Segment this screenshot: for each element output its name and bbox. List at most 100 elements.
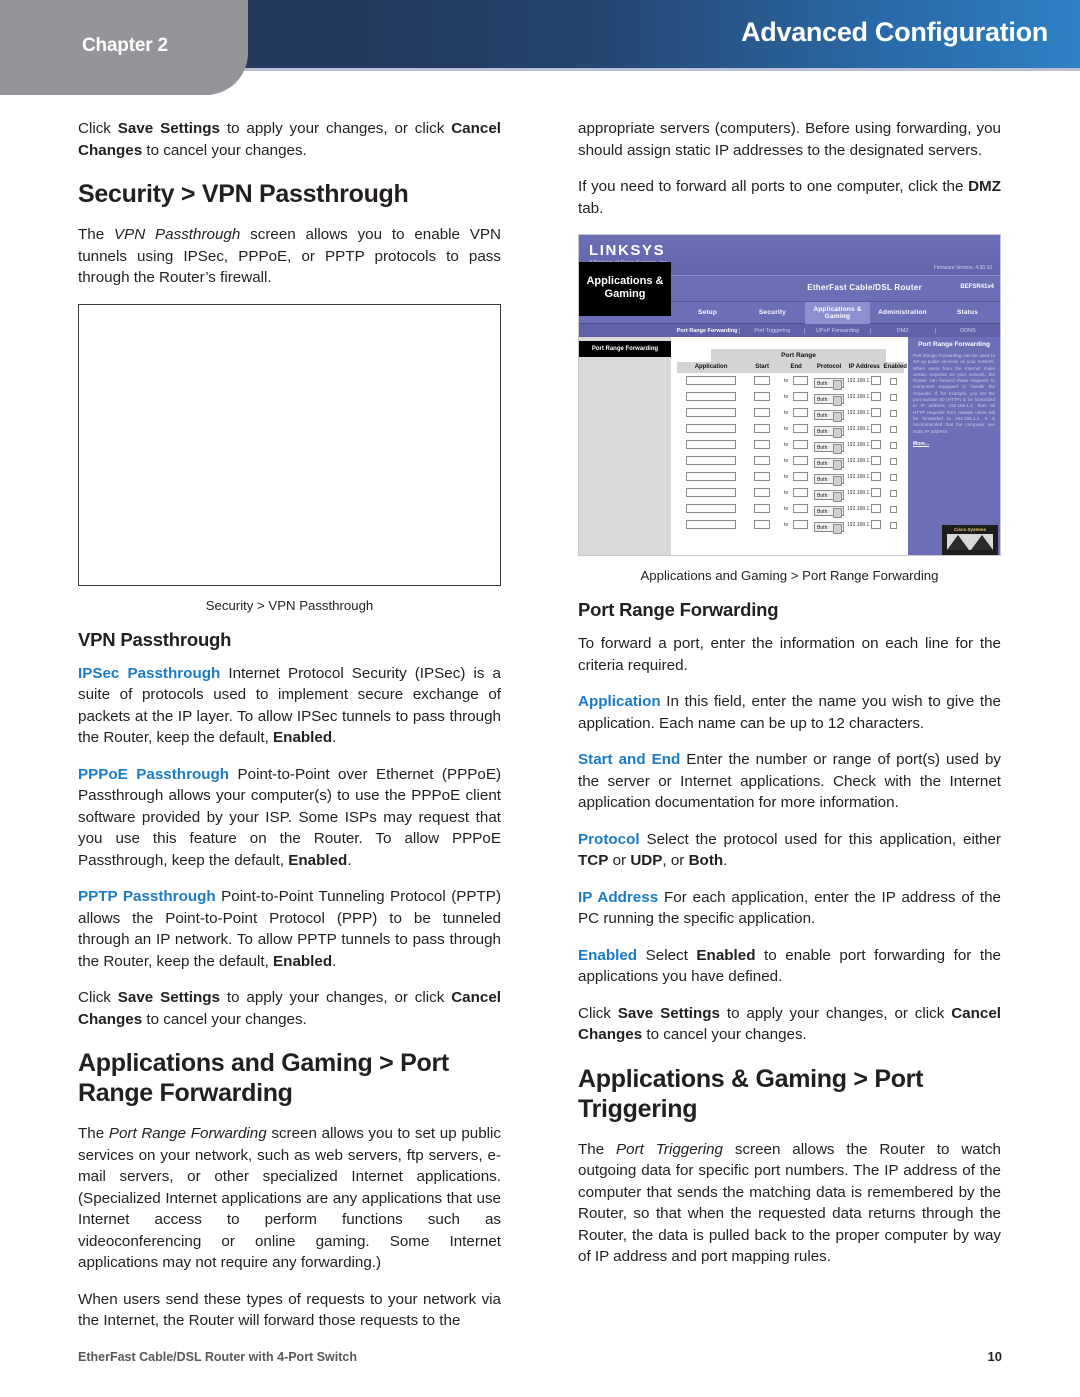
application-input[interactable] — [685, 408, 737, 418]
protocol-select[interactable]: Both — [814, 394, 845, 406]
end-port-input[interactable] — [792, 440, 809, 450]
application-input[interactable] — [685, 376, 737, 386]
ip-host-input[interactable] — [870, 456, 882, 466]
paragraph-prf-intro: The Port Range Forwarding screen allows … — [78, 1123, 501, 1274]
enabled-checkbox[interactable] — [890, 426, 898, 433]
start-port-input[interactable] — [754, 376, 770, 386]
term-pppoe-passthrough: PPPoE Passthrough — [78, 765, 230, 783]
paragraph-pptp: PPTP Passthrough Point-to-Point Tunnelin… — [78, 886, 501, 972]
table-row: to Both 192.168.1. — [677, 405, 904, 422]
application-input[interactable] — [685, 520, 737, 530]
enabled-checkbox[interactable] — [890, 394, 898, 401]
paragraph-dmz: If you need to forward all ports to one … — [578, 176, 1001, 219]
heading-applications-gaming-prf: Applications and Gaming > Port Range For… — [78, 1049, 449, 1107]
paragraph-start-end: Start and End Enter the number or range … — [578, 749, 1001, 814]
text-frag: If you need to forward all ports to one … — [578, 178, 969, 195]
start-port-input[interactable] — [754, 456, 770, 466]
text-frag: screen allows the Router to watch outgoi… — [578, 1140, 1001, 1266]
end-port-input[interactable] — [792, 408, 809, 418]
ip-host-input[interactable] — [870, 504, 882, 514]
nav-tab-setup[interactable]: Setup — [675, 309, 740, 316]
page-title: Advanced Configuration — [741, 17, 1048, 47]
ip-host-input[interactable] — [870, 472, 882, 482]
help-more-link[interactable]: More... — [913, 441, 995, 447]
table-row: to Both 192.168.1. — [677, 389, 904, 406]
ip-host-input[interactable] — [870, 488, 882, 498]
subnav-dmz[interactable]: DMZ — [871, 327, 936, 334]
enabled-checkbox[interactable] — [890, 490, 898, 497]
text-frag: . — [347, 851, 352, 869]
enabled-checkbox[interactable] — [890, 378, 898, 385]
protocol-select[interactable]: Both — [814, 522, 845, 534]
protocol-select[interactable]: Both — [814, 442, 845, 454]
start-port-input[interactable] — [754, 472, 770, 482]
subnav-upnp-forwarding[interactable]: UPnP Forwarding — [805, 327, 871, 334]
application-input[interactable] — [685, 424, 737, 434]
protocol-select[interactable]: Both — [814, 410, 845, 422]
ip-host-input[interactable] — [870, 392, 882, 402]
nav-tab-administration[interactable]: Administration — [870, 309, 935, 316]
application-input[interactable] — [685, 456, 737, 466]
protocol-select[interactable]: Both — [814, 378, 845, 390]
page-header: Advanced Configuration Chapter 2 — [0, 0, 1080, 95]
paragraph-enabled: Enabled Select Enabled to enable port fo… — [578, 945, 1001, 988]
protocol-select[interactable]: Both — [814, 490, 845, 502]
ip-host-input[interactable] — [870, 520, 882, 530]
paragraph-continuation: appropriate servers (computers). Before … — [578, 120, 1001, 159]
start-port-input[interactable] — [754, 408, 770, 418]
application-input[interactable] — [685, 488, 737, 498]
end-port-input[interactable] — [792, 520, 809, 530]
end-port-input[interactable] — [792, 504, 809, 514]
start-port-input[interactable] — [754, 504, 770, 514]
text-frag: screen allows you to set up public servi… — [78, 1125, 502, 1271]
enabled-checkbox[interactable] — [890, 506, 898, 513]
router-page-tag: Port Range Forwarding — [579, 341, 671, 357]
protocol-select[interactable]: Both — [814, 458, 845, 470]
end-port-input[interactable] — [792, 456, 809, 466]
subnav-ddns[interactable]: DDNS — [936, 328, 1000, 334]
application-input[interactable] — [685, 472, 737, 482]
ip-host-input[interactable] — [870, 440, 882, 450]
paragraph-pppoe: PPPoE Passthrough Point-to-Point over Et… — [78, 764, 501, 872]
router-section-title: Applications & Gaming — [579, 262, 671, 316]
enabled-checkbox[interactable] — [890, 522, 898, 529]
end-port-input[interactable] — [792, 488, 809, 498]
bold-enabled: Enabled — [273, 729, 333, 746]
protocol-select[interactable]: Both — [814, 426, 845, 438]
router-left-rail: Port Range Forwarding — [579, 337, 671, 555]
nav-tab-status[interactable]: Status — [935, 309, 1000, 316]
end-port-input[interactable] — [792, 424, 809, 434]
paragraph-ipsec: IPSec Passthrough Internet Protocol Secu… — [78, 663, 501, 749]
start-port-input[interactable] — [754, 392, 770, 402]
router-secondary-nav[interactable]: Port Range Forwarding Port Triggering UP… — [579, 323, 1000, 337]
nav-tab-applications-gaming[interactable]: Applications & Gaming — [805, 301, 870, 324]
application-input[interactable] — [685, 392, 737, 402]
ip-host-input[interactable] — [870, 424, 882, 434]
start-port-input[interactable] — [754, 488, 770, 498]
enabled-checkbox[interactable] — [890, 442, 898, 449]
table-row: to Both 192.168.1. — [677, 437, 904, 454]
nav-tab-security[interactable]: Security — [740, 309, 805, 316]
enabled-checkbox[interactable] — [890, 474, 898, 481]
footer-doc-title: EtherFast Cable/DSL Router with 4-Port S… — [78, 1350, 357, 1364]
ip-host-input[interactable] — [870, 376, 882, 386]
enabled-checkbox[interactable] — [890, 458, 898, 465]
port-range-group-header: Port Range — [711, 349, 886, 362]
end-port-input[interactable] — [792, 376, 809, 386]
start-port-input[interactable] — [754, 440, 770, 450]
application-input[interactable] — [685, 504, 737, 514]
subnav-port-triggering[interactable]: Port Triggering — [740, 327, 806, 334]
start-port-input[interactable] — [754, 424, 770, 434]
start-port-input[interactable] — [754, 520, 770, 530]
end-port-input[interactable] — [792, 472, 809, 482]
protocol-select[interactable]: Both — [814, 506, 845, 518]
router-model-band: Applications & Gaming EtherFast Cable/DS… — [579, 262, 1000, 316]
subnav-port-range-forwarding[interactable]: Port Range Forwarding — [675, 327, 741, 334]
end-port-input[interactable] — [792, 392, 809, 402]
application-input[interactable] — [685, 440, 737, 450]
text-frag: or — [608, 852, 631, 869]
protocol-select[interactable]: Both — [814, 474, 845, 486]
term-start-and-end: Start and End — [578, 751, 681, 768]
ip-host-input[interactable] — [870, 408, 882, 418]
enabled-checkbox[interactable] — [890, 410, 898, 417]
